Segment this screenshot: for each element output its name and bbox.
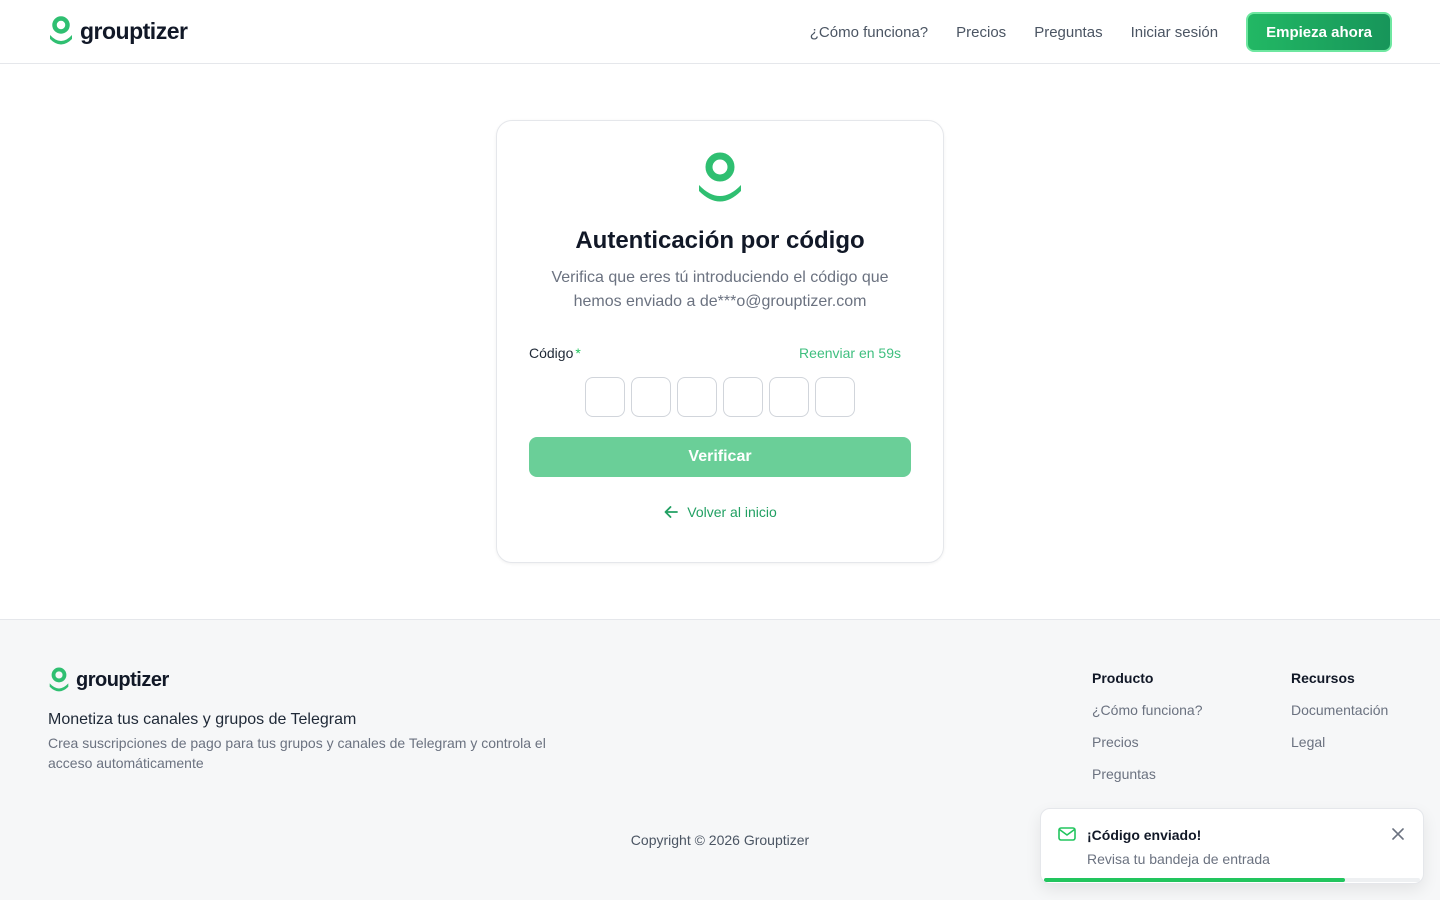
close-icon[interactable] <box>1391 827 1405 841</box>
footer-link-docs[interactable]: Documentación <box>1291 702 1388 719</box>
nav-how-it-works[interactable]: ¿Cómo funciona? <box>810 24 928 41</box>
header-logo[interactable]: grouptizer <box>48 16 188 46</box>
footer-link-legal[interactable]: Legal <box>1291 734 1388 751</box>
back-home-label: Volver al inicio <box>687 504 777 520</box>
arrow-left-icon <box>664 506 679 518</box>
otp-digit-1[interactable] <box>585 377 625 417</box>
resend-code-link[interactable]: Reenviar en 59s <box>799 345 901 361</box>
toast-notification: ¡Código enviado! Revisa tu bandeja de en… <box>1040 808 1424 884</box>
footer-resources-column: Recursos Documentación Legal <box>1291 670 1388 766</box>
footer-logo[interactable]: grouptizer <box>48 667 169 693</box>
code-label-wrap: Código * <box>529 345 581 361</box>
toast-message: Revisa tu bandeja de entrada <box>1087 851 1270 867</box>
logo-text: grouptizer <box>76 668 169 691</box>
footer-tagline: Monetiza tus canales y grupos de Telegra… <box>48 711 357 728</box>
otp-digit-4[interactable] <box>723 377 763 417</box>
footer-link-how-it-works[interactable]: ¿Cómo funciona? <box>1092 702 1203 719</box>
user-pin-icon <box>699 152 741 202</box>
nav-pricing[interactable]: Precios <box>956 24 1006 41</box>
code-label-row: Código * Reenviar en 59s <box>529 345 901 361</box>
verify-button[interactable]: Verificar <box>529 437 911 477</box>
get-started-button[interactable]: Empieza ahora <box>1246 12 1392 52</box>
required-mark: * <box>575 345 581 361</box>
otp-digit-2[interactable] <box>631 377 671 417</box>
main-nav: ¿Cómo funciona? Precios Preguntas Inicia… <box>810 12 1392 52</box>
logo-text: grouptizer <box>80 17 188 44</box>
site-header: grouptizer ¿Cómo funciona? Precios Pregu… <box>0 0 1440 64</box>
otp-digit-3[interactable] <box>677 377 717 417</box>
logo-icon <box>49 667 69 692</box>
otp-digit-5[interactable] <box>769 377 809 417</box>
logo-icon <box>50 16 72 45</box>
toast-progress-fill <box>1044 878 1345 882</box>
otp-digit-6[interactable] <box>815 377 855 417</box>
footer-description: Crea suscripciones de pago para tus grup… <box>48 735 546 771</box>
back-home-link[interactable]: Volver al inicio <box>497 504 943 520</box>
footer-resources-title: Recursos <box>1291 670 1355 686</box>
footer-link-pricing[interactable]: Precios <box>1092 734 1203 751</box>
nav-faq[interactable]: Preguntas <box>1034 24 1102 41</box>
auth-title: Autenticación por código <box>575 227 865 254</box>
footer-link-faq[interactable]: Preguntas <box>1092 766 1203 783</box>
mail-check-icon <box>1058 827 1076 841</box>
code-label: Código <box>529 345 574 361</box>
otp-input-group <box>585 377 855 417</box>
footer-product-column: Producto ¿Cómo funciona? Precios Pregunt… <box>1092 670 1203 798</box>
auth-card: Autenticación por código Verifica que er… <box>496 120 944 563</box>
footer-product-title: Producto <box>1092 670 1154 686</box>
toast-title: ¡Código enviado! <box>1087 827 1202 843</box>
nav-login[interactable]: Iniciar sesión <box>1131 24 1219 41</box>
toast-progress-track <box>1044 878 1420 882</box>
auth-subtitle: Verifica que eres tú introduciendo el có… <box>551 269 889 310</box>
